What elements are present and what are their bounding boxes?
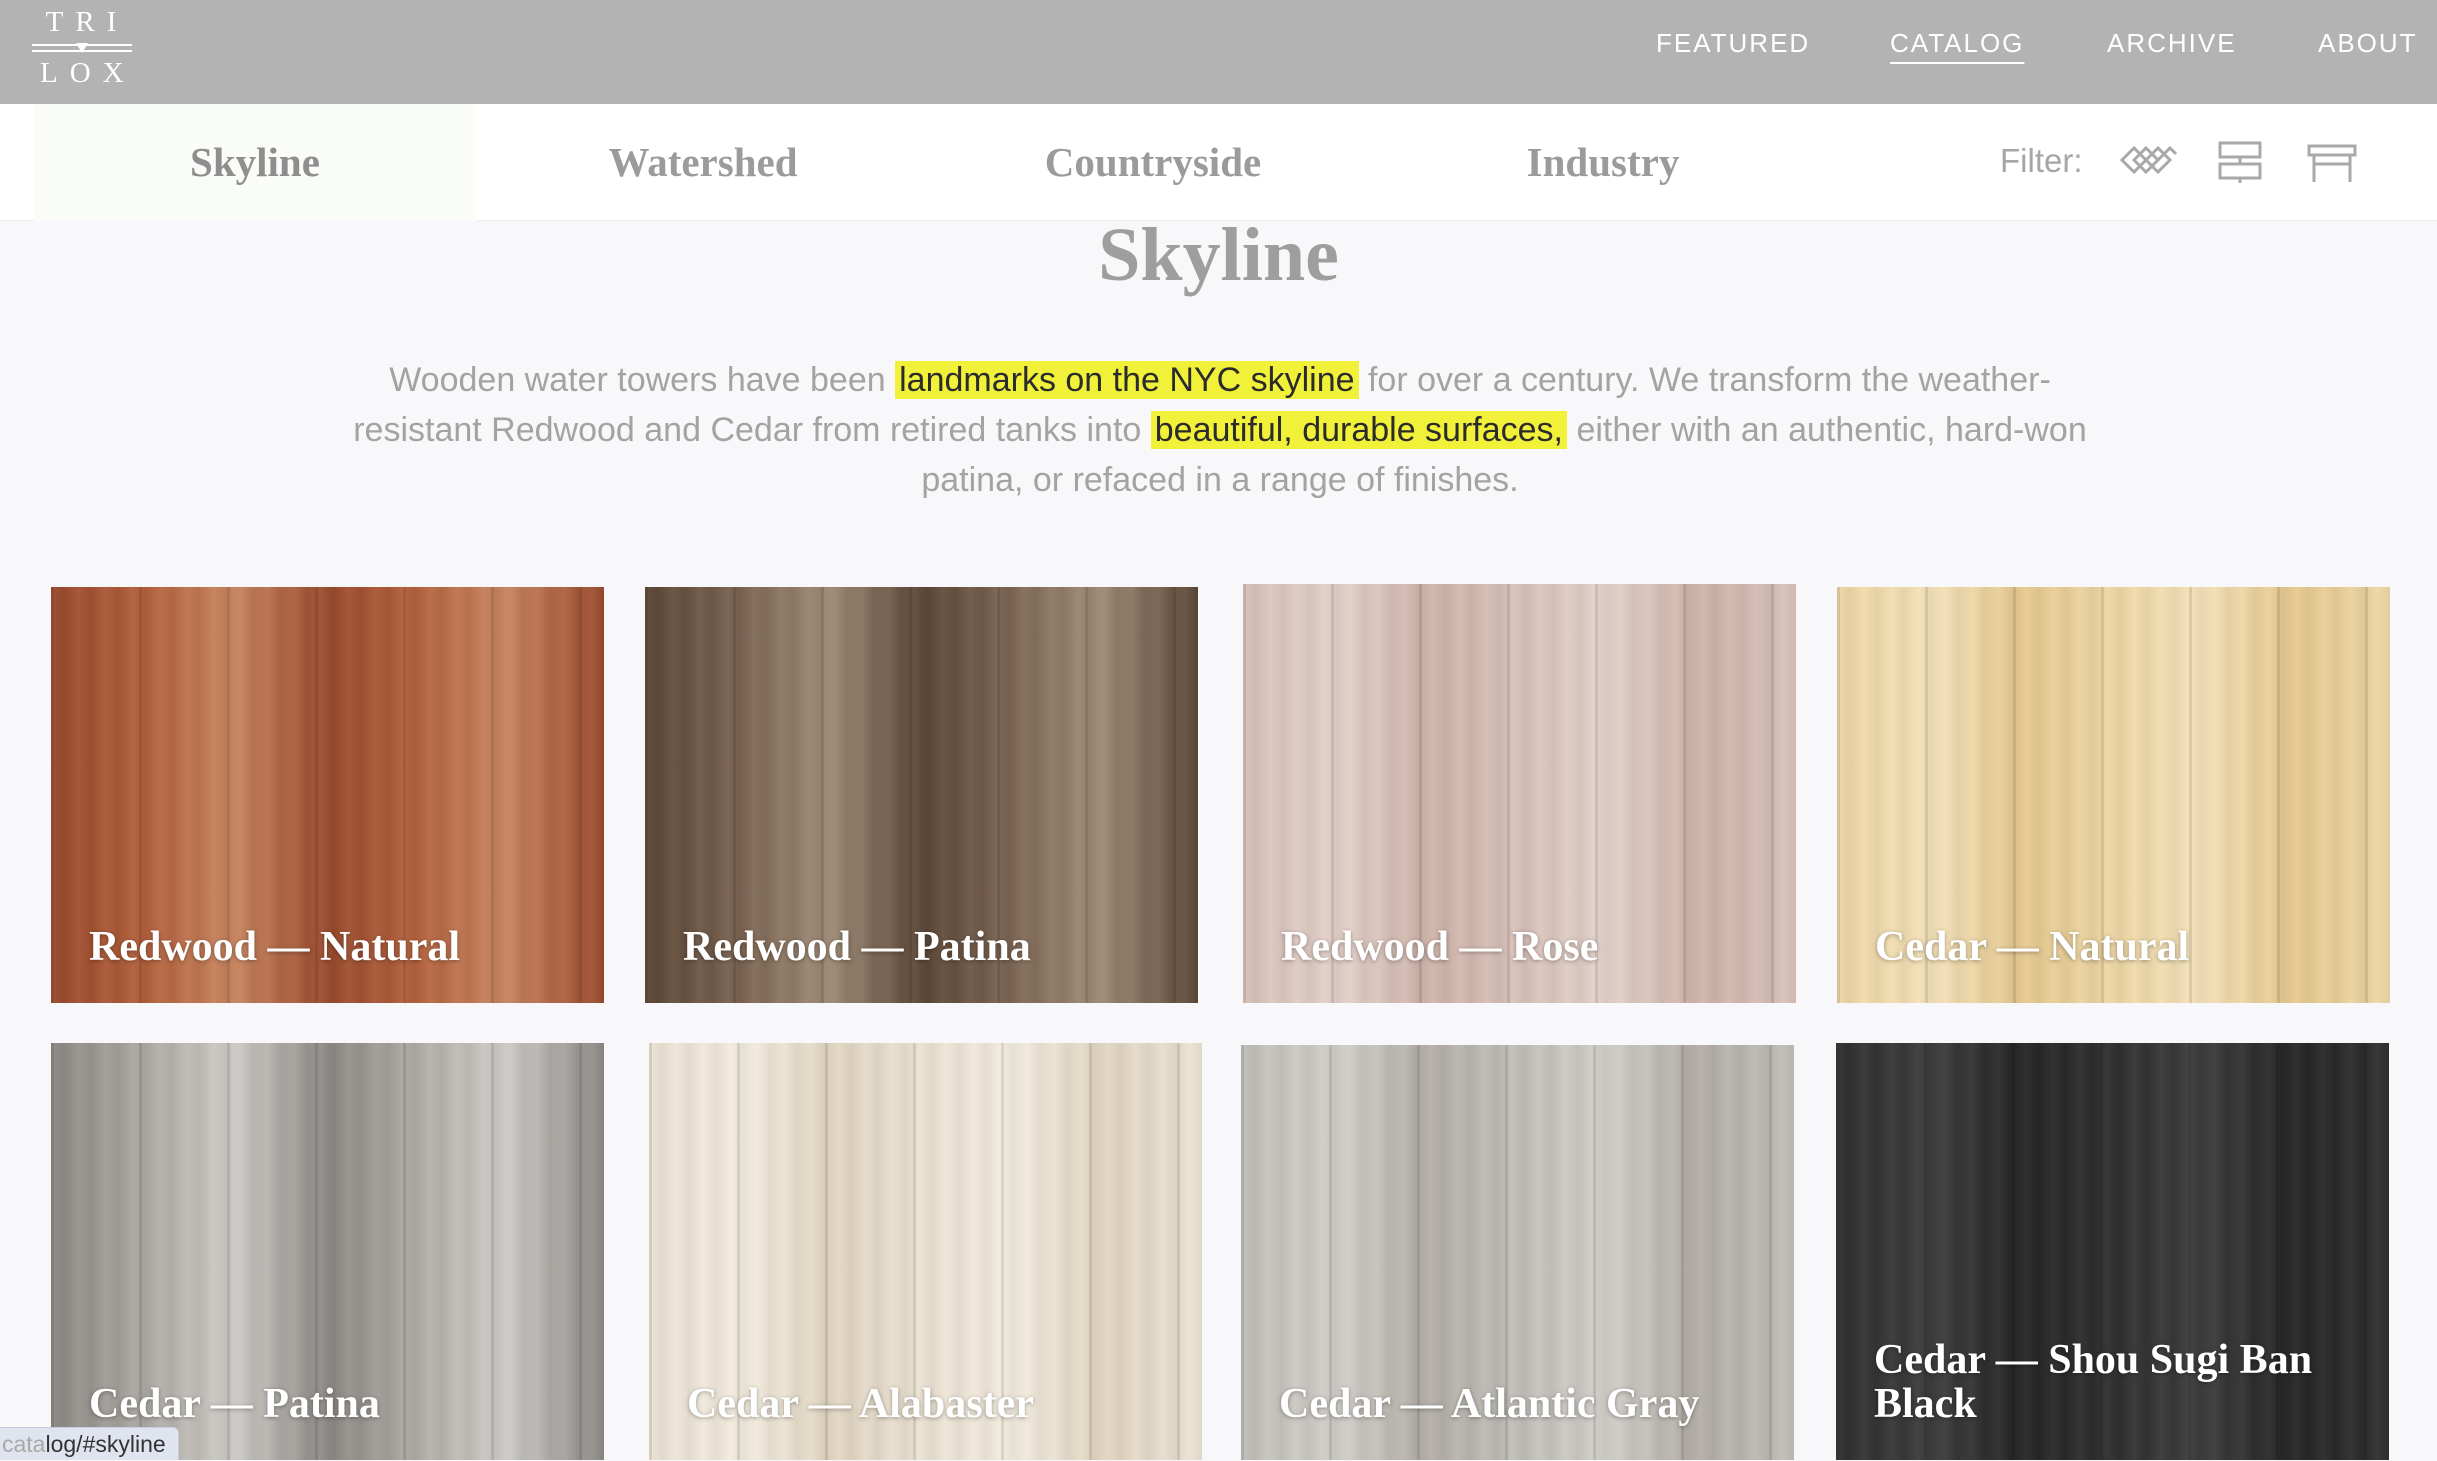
- section-title: Skyline: [1098, 213, 1339, 297]
- wall-panel-icon[interactable]: [2216, 140, 2264, 184]
- product-tile-redwood-patina[interactable]: Redwood — Patina: [645, 587, 1198, 1003]
- nav-catalog[interactable]: CATALOG: [1890, 28, 2024, 59]
- flooring-pattern-icon[interactable]: [2118, 140, 2178, 180]
- intro-highlight-1: landmarks on the NYC skyline: [895, 361, 1359, 399]
- product-name: Cedar — Patina: [89, 1381, 380, 1427]
- product-name: Cedar — Atlantic Gray: [1279, 1381, 1700, 1427]
- product-tile-cedar-atlantic-gray[interactable]: Cedar — Atlantic Gray: [1241, 1045, 1794, 1460]
- tab-skyline[interactable]: Skyline: [34, 104, 476, 221]
- product-tile-cedar-alabaster[interactable]: Cedar — Alabaster: [649, 1043, 1202, 1460]
- nav-archive[interactable]: ARCHIVE: [2107, 28, 2237, 59]
- product-tile-cedar-shou-sugi-ban-black[interactable]: Cedar — Shou Sugi Ban Black: [1836, 1043, 2389, 1460]
- logo-rule-icon: [32, 43, 132, 53]
- intro-text-1: Wooden water towers have been: [389, 361, 896, 399]
- product-name: Cedar — Alabaster: [687, 1381, 1034, 1427]
- product-name: Redwood — Patina: [683, 924, 1031, 970]
- logo-line-2: LOX: [40, 57, 136, 89]
- tab-industry[interactable]: Industry: [1380, 104, 1826, 221]
- product-tile-cedar-patina[interactable]: Cedar — Patina: [51, 1043, 604, 1460]
- filter-label: Filter:: [2000, 142, 2083, 179]
- table-icon[interactable]: [2306, 140, 2358, 184]
- product-name: Cedar — Natural: [1875, 924, 2190, 970]
- collection-tab-bar: Skyline Watershed Countryside Industry F…: [0, 104, 2437, 221]
- nav-about[interactable]: ABOUT: [2318, 28, 2418, 59]
- trilox-logo[interactable]: TRI LOX: [30, 8, 134, 88]
- product-tile-redwood-natural[interactable]: Redwood — Natural: [51, 587, 604, 1003]
- tab-watershed[interactable]: Watershed: [480, 104, 926, 221]
- product-tile-redwood-rose[interactable]: Redwood — Rose: [1243, 584, 1796, 1003]
- status-link-faded: cata: [2, 1431, 46, 1457]
- product-name: Cedar — Shou Sugi Ban Black: [1874, 1337, 2313, 1427]
- section-intro: Wooden water towers have been landmarks …: [330, 355, 2110, 505]
- product-name: Redwood — Natural: [89, 924, 461, 970]
- product-name: Redwood — Rose: [1281, 924, 1599, 970]
- product-tile-cedar-natural[interactable]: Cedar — Natural: [1837, 587, 2390, 1003]
- logo-line-1: TRI: [45, 6, 129, 38]
- intro-highlight-2: beautiful, durable surfaces,: [1150, 411, 1567, 449]
- status-link-text: log/#skyline: [45, 1431, 166, 1457]
- link-preview-status: catalog/#skyline: [0, 1427, 179, 1460]
- nav-featured[interactable]: FEATURED: [1656, 28, 1810, 59]
- tab-countryside[interactable]: Countryside: [930, 104, 1376, 221]
- top-navigation-bar: TRI LOX FEATURED CATALOG ARCHIVE ABOUT: [0, 0, 2437, 104]
